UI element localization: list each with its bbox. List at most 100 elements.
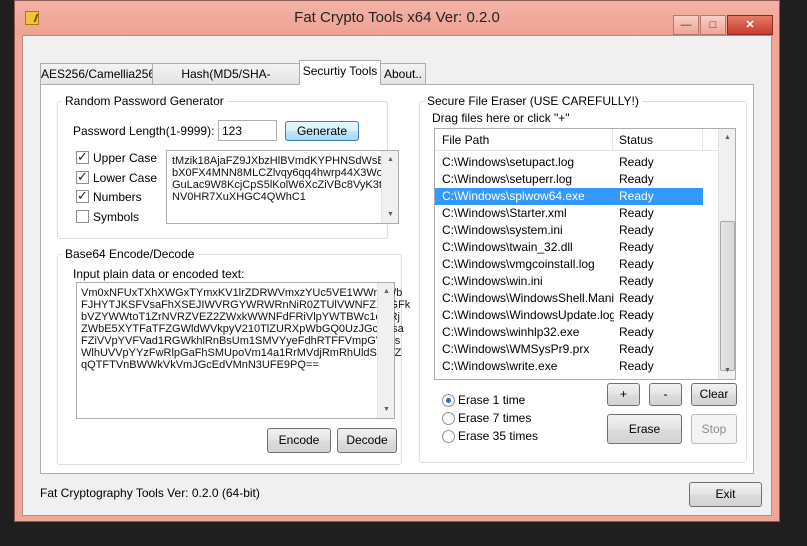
password-length-value: 123 — [222, 124, 243, 138]
file-path-cell: C:\Windows\setupact.log — [442, 155, 575, 169]
tab-aes[interactable]: AES256/Camellia256 — [40, 63, 155, 84]
erase-1-label[interactable]: Erase 1 time — [458, 393, 525, 407]
file-status-cell: Ready — [619, 223, 654, 237]
base64-line: FJHYTJKSFVsaFhXSEJIWVRGYWRWRnNiR0ZTUlVWN… — [81, 299, 411, 311]
erase-button[interactable]: Erase — [607, 414, 682, 444]
password-length-label: Password Length(1-9999): — [73, 124, 215, 138]
decode-button[interactable]: Decode — [337, 428, 397, 453]
password-line: tMzik18AjaFZ9JXbzHlBVmdKYPHNSdWsB7lr — [172, 155, 397, 167]
file-status-cell: Ready — [619, 155, 654, 169]
base64-line: FZiVVpYVFVad1RGWkhlRnBsUm1SMVYyeFdhRTFFV… — [81, 335, 401, 347]
tab-hash[interactable]: Hash(MD5/SHA-1/SHA512..) — [152, 63, 300, 101]
base64-line: Vm0xNFUxTXhXWGxTYmxKV1lrZDRWVmxzYUc5VE1W… — [81, 287, 403, 299]
file-status-cell: Ready — [619, 308, 654, 322]
file-list-row[interactable]: C:\Windows\Starter.xml Ready — [435, 205, 703, 222]
symbols-checkbox[interactable] — [76, 210, 89, 223]
password-group-label: Random Password Generator — [62, 94, 227, 108]
file-path-cell: C:\Windows\vmgcoinstall.log — [442, 257, 595, 271]
base64-line: WlhUVVpYYzFwRlpGaFhSMUpoVm14a1RrMVdjRmRh… — [81, 347, 402, 359]
base64-group-label: Base64 Encode/Decode — [62, 247, 198, 261]
file-list-row[interactable]: C:\Windows\vmgcoinstall.log Ready — [435, 256, 703, 273]
column-status[interactable]: Status — [613, 129, 703, 151]
close-button[interactable]: ✕ — [727, 15, 773, 35]
minimize-button[interactable]: — — [673, 15, 699, 35]
file-eraser-group-label: Secure File Eraser (USE CAREFULLY!) — [424, 94, 642, 108]
base64-input[interactable]: Vm0xNFUxTXhXWGxTYmxKV1lrZDRWVmxzYUc5VE1W… — [76, 282, 410, 419]
file-path-cell: C:\Windows\write.exe — [442, 359, 558, 373]
base64-input-label: Input plain data or encoded text: — [73, 267, 245, 281]
file-list-row[interactable]: C:\Windows\WMSysPr9.prx Ready — [435, 341, 703, 358]
file-status-cell: Ready — [619, 257, 654, 271]
file-status-cell: Ready — [619, 240, 654, 254]
scroll-up-icon[interactable]: ▲ — [719, 129, 735, 146]
file-path-cell: C:\Windows\splwow64.exe — [442, 189, 585, 203]
file-eraser-hint: Drag files here or click "+" — [432, 111, 570, 125]
file-path-cell: C:\Windows\winhlp32.exe — [442, 325, 580, 339]
column-file-path[interactable]: File Path — [435, 129, 613, 151]
remove-file-button[interactable]: - — [649, 383, 682, 406]
scroll-down-icon[interactable]: ▼ — [719, 362, 735, 379]
password-scrollbar[interactable]: ▲ ▼ — [381, 151, 398, 223]
erase-1-radio[interactable] — [442, 394, 455, 407]
file-list-row[interactable]: C:\Windows\system.ini Ready — [435, 222, 703, 239]
file-list-row[interactable]: C:\Windows\splwow64.exe Ready — [435, 188, 703, 205]
scroll-up-icon[interactable]: ▲ — [378, 283, 395, 300]
app-window: Fat Crypto Tools x64 Ver: 0.2.0 — □ ✕ AE… — [14, 0, 780, 522]
file-list-scrollbar[interactable]: ▲ ▼ — [718, 129, 735, 379]
scroll-down-icon[interactable]: ▼ — [378, 401, 395, 418]
file-status-cell: Ready — [619, 274, 654, 288]
base64-line: bVZYWWtoT1ZrNVRZVEZ2ZWxkWWNFdFRiVlpYWTBW… — [81, 311, 400, 323]
numbers-label[interactable]: Numbers — [93, 190, 142, 204]
maximize-button[interactable]: □ — [700, 15, 726, 35]
scroll-up-icon[interactable]: ▲ — [382, 151, 399, 168]
file-list-header: File Path Status — [435, 129, 718, 151]
file-path-cell: C:\Windows\WindowsShell.Manifest — [442, 291, 614, 305]
encode-button[interactable]: Encode — [267, 428, 331, 453]
clear-button[interactable]: Clear — [691, 383, 737, 406]
lower-case-label[interactable]: Lower Case — [93, 171, 157, 185]
upper-case-label[interactable]: Upper Case — [93, 151, 157, 165]
scroll-thumb[interactable] — [720, 221, 735, 371]
file-path-cell: C:\Windows\Starter.xml — [442, 206, 567, 220]
file-status-cell: Ready — [619, 172, 654, 186]
file-path-cell: C:\Windows\twain_32.dll — [442, 240, 573, 254]
base64-line: ZWbE5XYTFaTFZGWldWVkpyV210TlZURXpWbGQ0Uz… — [81, 323, 404, 335]
file-path-cell: C:\Windows\setuperr.log — [442, 172, 573, 186]
file-status-cell: Ready — [619, 291, 654, 305]
lower-case-checkbox[interactable] — [76, 169, 89, 185]
file-list-row[interactable]: C:\Windows\setupact.log Ready — [435, 154, 703, 171]
exit-button[interactable]: Exit — [689, 482, 762, 507]
erase-7-label[interactable]: Erase 7 times — [458, 411, 531, 425]
file-list-row[interactable]: C:\Windows\write.exe Ready — [435, 358, 703, 375]
file-list-row[interactable]: C:\Windows\twain_32.dll Ready — [435, 239, 703, 256]
file-list-row[interactable]: C:\Windows\winhlp32.exe Ready — [435, 324, 703, 341]
password-line: bX0FX4MNN8MLCZlvqy6qq4hwrp44X3Wog — [172, 167, 389, 179]
erase-35-radio[interactable] — [442, 430, 455, 443]
upper-case-checkbox[interactable] — [76, 149, 89, 165]
tab-security-tools[interactable]: Securtiy Tools — [299, 60, 381, 85]
file-list-row[interactable]: C:\Windows\WindowsShell.Manifest Ready — [435, 290, 703, 307]
add-file-button[interactable]: + — [607, 383, 640, 406]
file-list[interactable]: File Path Status C:\Windows\setupact.log… — [434, 128, 736, 380]
file-status-cell: Ready — [619, 359, 654, 373]
file-path-cell: C:\Windows\win.ini — [442, 274, 543, 288]
file-list-row[interactable]: C:\Windows\win.ini Ready — [435, 273, 703, 290]
password-output[interactable]: tMzik18AjaFZ9JXbzHlBVmdKYPHNSdWsB7lr bX0… — [166, 150, 399, 224]
password-line: GuLac9W8KcjCpS5lKolW6XcZiVBc8VyK3tot — [172, 179, 392, 191]
file-list-row[interactable]: C:\Windows\setuperr.log Ready — [435, 171, 703, 188]
tab-about[interactable]: About.. — [380, 63, 426, 84]
stop-button[interactable]: Stop — [691, 414, 737, 444]
file-list-row[interactable]: C:\Windows\WindowsUpdate.log Ready — [435, 307, 703, 324]
base64-scrollbar[interactable]: ▲ ▼ — [377, 283, 394, 418]
symbols-label[interactable]: Symbols — [93, 210, 139, 224]
generate-button[interactable]: Generate — [285, 121, 359, 141]
password-length-input[interactable]: 123 — [218, 120, 277, 141]
numbers-checkbox[interactable] — [76, 188, 89, 204]
file-path-cell: C:\Windows\system.ini — [442, 223, 563, 237]
erase-7-radio[interactable] — [442, 412, 455, 425]
file-status-cell: Ready — [619, 189, 654, 203]
scroll-down-icon[interactable]: ▼ — [382, 206, 399, 223]
erase-35-label[interactable]: Erase 35 times — [458, 429, 538, 443]
file-status-cell: Ready — [619, 206, 654, 220]
base64-line: qQTFTVnBWWkVkVmJGcEdVMnN3UFE9PQ== — [81, 359, 319, 371]
